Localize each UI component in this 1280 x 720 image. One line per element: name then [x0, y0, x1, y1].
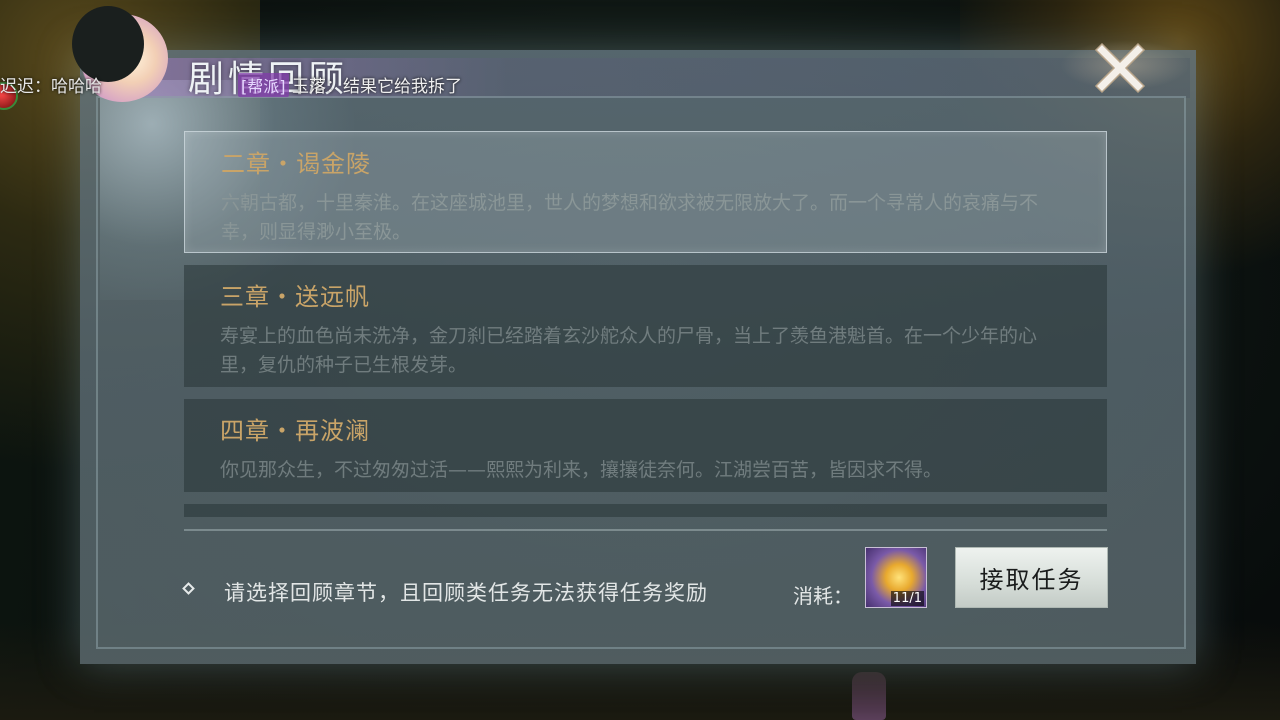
- chapter-desc: 六朝古都，十里秦淮。在这座城池里，世人的梦想和欲求被无限放大了。而一个寻常人的哀…: [221, 192, 1039, 243]
- close-button[interactable]: [1090, 38, 1150, 98]
- close-icon: [1094, 42, 1146, 94]
- chapter-title: 三章・送远帆: [220, 283, 370, 311]
- chapter-item[interactable]: 三章・送远帆 寿宴上的血色尚未洗净，金刀刹已经踏着玄沙舵众人的尸骨，当上了羡鱼港…: [184, 265, 1107, 387]
- chat-message: 玉落：结果它给我拆了: [292, 77, 462, 97]
- cost-count: 11/1: [890, 591, 924, 606]
- cost-item-orb-icon[interactable]: 11/1: [865, 547, 927, 608]
- accept-quest-button[interactable]: 接取任务: [955, 547, 1108, 608]
- cost-label: 消耗：: [793, 584, 853, 608]
- player-character: [852, 672, 886, 720]
- hint-text: 请选择回顾章节，且回顾类任务无法获得任务奖励: [224, 581, 708, 605]
- chapter-title: 二章・谒金陵: [221, 150, 371, 178]
- chapter-item[interactable]: 二章・谒金陵 六朝古都，十里秦淮。在这座城池里，世人的梦想和欲求被无限放大了。而…: [184, 131, 1107, 253]
- chapter-title: 四章・再波澜: [220, 417, 370, 445]
- chapter-item-partial[interactable]: [184, 504, 1107, 517]
- moon-shadow: [72, 6, 144, 82]
- footer-divider: [184, 529, 1107, 531]
- chapter-list: 二章・谒金陵 六朝古都，十里秦淮。在这座城池里，世人的梦想和欲求被无限放大了。而…: [184, 131, 1107, 517]
- chapter-desc: 你见那众生，不过匆匆过活——熙熙为利来，攘攘徒奈何。江湖尝百苦，皆因求不得。: [220, 459, 943, 481]
- chapter-item[interactable]: 四章・再波澜 你见那众生，不过匆匆过活——熙熙为利来，攘攘徒奈何。江湖尝百苦，皆…: [184, 399, 1107, 492]
- chapter-desc: 寿宴上的血色尚未洗净，金刀刹已经踏着玄沙舵众人的尸骨，当上了羡鱼港魁首。在一个少…: [220, 325, 1038, 376]
- chat-fragment: 迟迟：哈哈哈: [0, 77, 102, 97]
- chat-channel-tag: [帮派]: [238, 73, 289, 97]
